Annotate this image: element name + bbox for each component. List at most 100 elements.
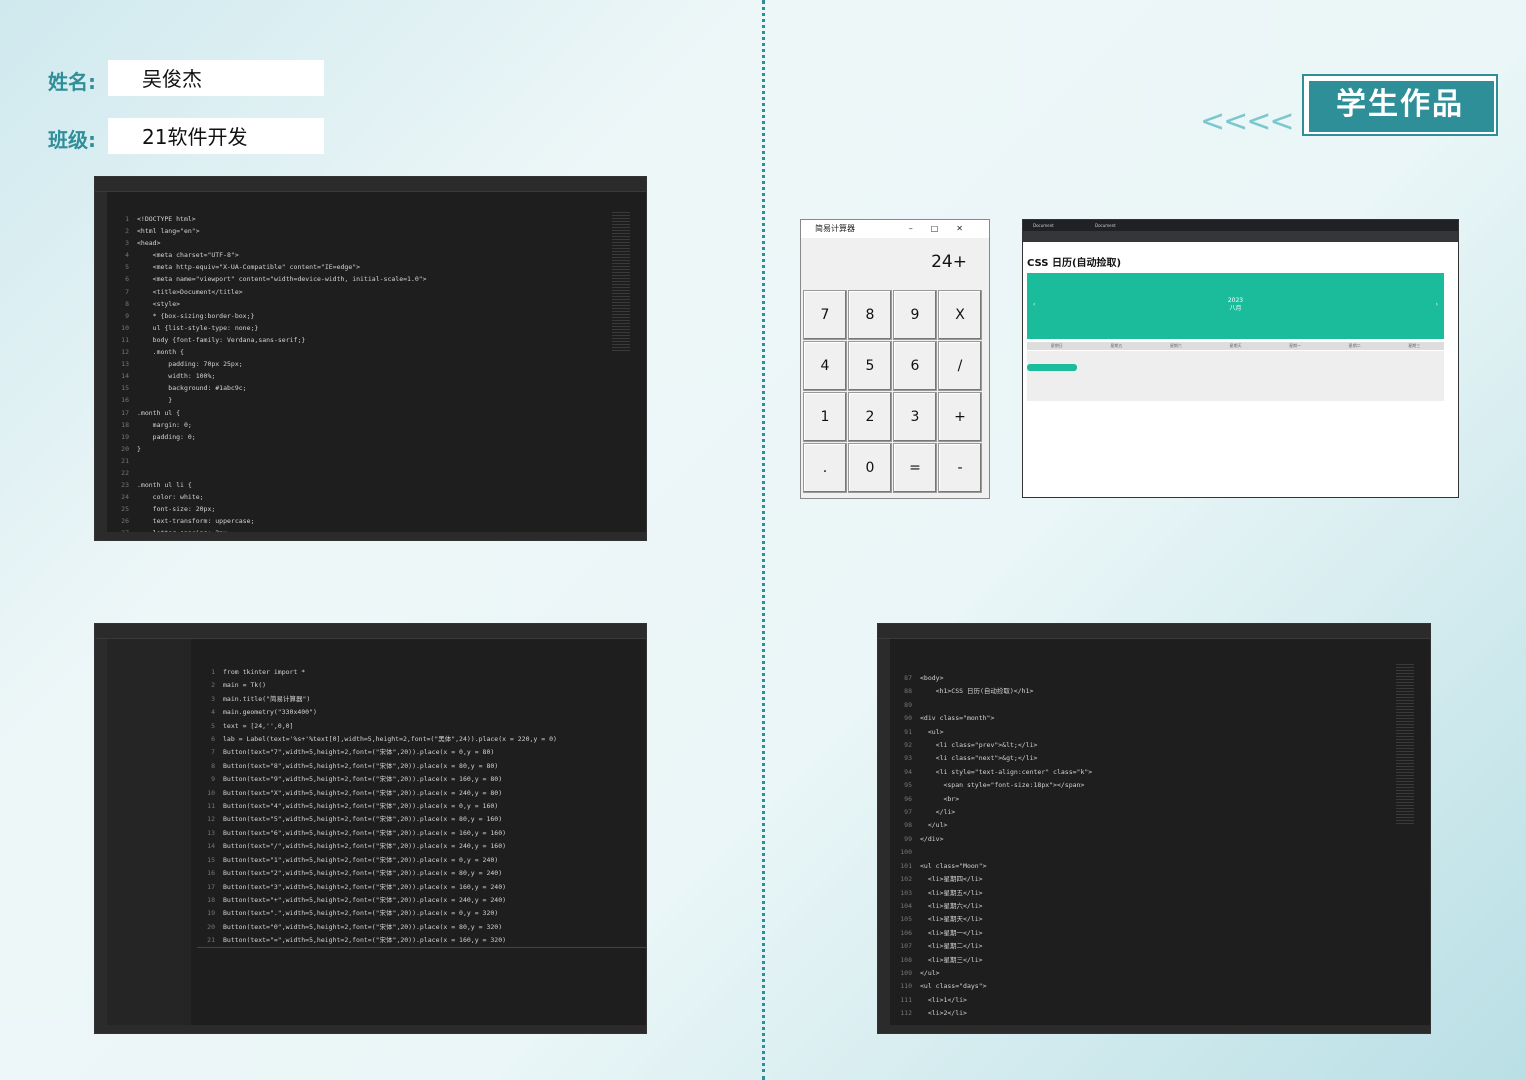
line-number: 9 — [125, 311, 129, 320]
calc-button[interactable]: 1 — [803, 392, 847, 442]
calc-button[interactable]: 0 — [848, 443, 892, 493]
arrows-decoration: <<<< — [1200, 104, 1295, 139]
line-number: 11 — [121, 335, 129, 344]
code-line: 100 — [894, 846, 1092, 859]
calc-button[interactable]: - — [938, 443, 982, 493]
calc-button[interactable]: 3 — [893, 392, 937, 442]
line-number: 5 — [125, 263, 129, 272]
line-number: 17 — [207, 882, 215, 891]
month-header: ‹ › 2023 八月 — [1027, 273, 1444, 339]
code-line: 15 Button(text="1",width=5,height=2,font=… — [197, 854, 557, 867]
code-text: from tkinter import * — [223, 668, 306, 676]
code-text: <li style="text-align:center" class="k"> — [920, 767, 1093, 776]
vscode-screenshot-python: 1 from tkinter import * 2 main = Tk() 3 main.… — [94, 623, 647, 1034]
line-number: 105 — [900, 915, 912, 924]
line-number: 1 — [125, 215, 129, 223]
calc-button[interactable]: = — [893, 443, 937, 493]
calc-button[interactable]: / — [938, 341, 982, 391]
line-number: 89 — [904, 700, 912, 709]
line-number: 5 — [211, 721, 215, 730]
calc-button[interactable]: 6 — [893, 341, 937, 391]
code-text: <meta http-equiv="X-UA-Compatible" conte… — [137, 263, 361, 272]
line-number: 2 — [125, 227, 129, 236]
code-text: Button(text="8",width=5,height=2,font=("… — [223, 761, 499, 770]
code-line: 105 <li>星期天</li> — [894, 913, 1092, 926]
weekday-label: 星期日 — [1050, 343, 1063, 348]
line-number: 16 — [121, 396, 129, 405]
code-line: 19 padding: 0; — [111, 431, 427, 443]
code-line: 10 Button(text="X",width=5,height=2,font=… — [197, 787, 557, 800]
code-line: 109 </ul> — [894, 967, 1092, 980]
code-text: lab = Label(text='%s+'%text[0],width=5,h… — [223, 735, 557, 744]
code-line: 104 <li>星期六</li> — [894, 900, 1092, 913]
line-number: 111 — [900, 995, 912, 1004]
code-line: 5 <meta http-equiv="X-UA-Compatible" con… — [111, 261, 427, 273]
code-line: 2 main = Tk() — [197, 679, 557, 692]
calc-button[interactable]: 5 — [848, 341, 892, 391]
tab-document-1[interactable]: Document — [1033, 223, 1054, 228]
line-number: 107 — [900, 942, 912, 951]
line-number: 1 — [211, 668, 215, 676]
code-text: padding: 70px 25px; — [137, 360, 243, 369]
code-line: 26 text-transform: uppercase; — [111, 515, 427, 527]
line-number: 102 — [900, 875, 912, 884]
code-line: 12 Button(text="5",width=5,height=2,font=… — [197, 813, 557, 826]
line-number: 19 — [121, 432, 129, 441]
calc-button[interactable]: 8 — [848, 290, 892, 340]
line-number: 95 — [904, 781, 912, 790]
line-number: 18 — [207, 895, 215, 904]
code-text: <br> — [920, 794, 960, 803]
calc-button[interactable]: 4 — [803, 341, 847, 391]
line-number: 18 — [121, 420, 129, 429]
line-number: 109 — [900, 968, 912, 977]
code-line: 106 <li>星期一</li> — [894, 927, 1092, 940]
code-text: <style> — [137, 299, 181, 308]
line-number: 4 — [211, 708, 215, 717]
code-text: } — [137, 444, 141, 453]
code-line: 90 <div class="month"> — [894, 712, 1092, 725]
line-number: 87 — [904, 674, 912, 682]
calc-button[interactable]: . — [803, 443, 847, 493]
calc-button[interactable]: X — [938, 290, 982, 340]
line-number: 3 — [211, 694, 215, 703]
line-number: 9 — [211, 775, 215, 784]
calculator-titlebar: 简易计算器 –□✕ — [801, 220, 989, 238]
code-text: <meta charset="UTF-8"> — [137, 251, 239, 260]
code-line: 16 } — [111, 394, 427, 406]
code-line: 15 background: #1abc9c; — [111, 382, 427, 394]
code-text: Button(text="6",width=5,height=2,font=("… — [223, 828, 507, 837]
line-number: 7 — [125, 287, 129, 296]
code-text: <li class="next">&gt;</li> — [920, 754, 1038, 763]
code-line: 16 Button(text="2",width=5,height=2,font=… — [197, 867, 557, 880]
code-line: 103 <li>星期五</li> — [894, 887, 1092, 900]
code-line: 17 Button(text="3",width=5,height=2,font=… — [197, 881, 557, 894]
calc-button[interactable]: 7 — [803, 290, 847, 340]
code-text: Button(text="/",width=5,height=2,font=("… — [223, 842, 507, 851]
line-number: 17 — [121, 408, 129, 417]
line-number: 108 — [900, 955, 912, 964]
line-number: 106 — [900, 928, 912, 937]
line-number: 91 — [904, 727, 912, 736]
terminal-panel — [197, 947, 646, 1025]
calc-button[interactable]: + — [938, 392, 982, 442]
code-line: 4 main.geometry("330x400") — [197, 706, 557, 719]
line-number: 6 — [125, 275, 129, 284]
browser-window: Document Document CSS 日历(自动捡取) ‹ › 2023 … — [1022, 219, 1459, 498]
code-text: <span style="font-size:18px"></span> — [920, 781, 1085, 790]
code-text: text = [24,'',0,0] — [223, 721, 294, 730]
calc-button[interactable]: 9 — [893, 290, 937, 340]
window-controls-icon[interactable]: –□✕ — [909, 220, 981, 238]
code-line: 14 width: 100%; — [111, 370, 427, 382]
code-line: 22 — [111, 467, 427, 479]
code-line: 6 <meta name="viewport" content="width=d… — [111, 273, 427, 285]
calculator-window: 简易计算器 –□✕ 24+ 7 8 9 X 4 5 6/ 1 2 3 +. 0 = - — [800, 219, 990, 499]
code-line: 21 — [111, 455, 427, 467]
code-text: Button(text="0",width=5,height=2,font=("… — [223, 922, 503, 931]
code-text: </ul> — [920, 968, 940, 977]
line-number: 24 — [121, 493, 129, 502]
line-number: 8 — [211, 761, 215, 770]
tab-document-2[interactable]: Document — [1095, 223, 1116, 228]
address-bar[interactable] — [1023, 231, 1458, 242]
code-line: 5 text = [24,'',0,0] — [197, 720, 557, 733]
calc-button[interactable]: 2 — [848, 392, 892, 442]
